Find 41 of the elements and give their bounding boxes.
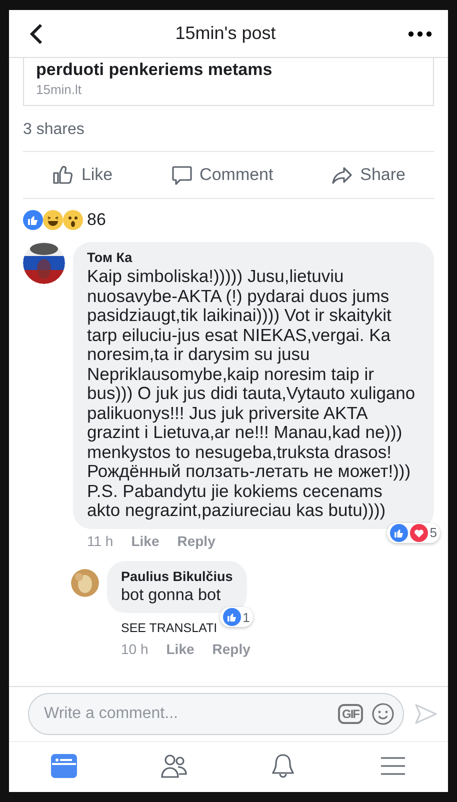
surprised-reaction-icon xyxy=(63,210,83,230)
comment-time: 11 h xyxy=(87,532,114,548)
reply-link[interactable]: Reply xyxy=(177,532,216,548)
avatar xyxy=(71,568,99,596)
comment-author[interactable]: Том Ка xyxy=(87,250,420,265)
comment-button[interactable]: Comment xyxy=(164,159,280,191)
avatar xyxy=(23,242,65,284)
see-translation-link[interactable]: SEE TRANSLATI xyxy=(121,621,218,635)
link-headline: perduoti penkeriems metams xyxy=(36,60,274,80)
comment-field[interactable]: Write a comment... GIF xyxy=(28,693,404,735)
thumbs-up-icon xyxy=(51,163,76,187)
reaction-badge[interactable]: 1 xyxy=(220,607,253,627)
smiley-icon[interactable] xyxy=(371,702,395,726)
back-icon[interactable] xyxy=(29,22,43,44)
reaction-count[interactable]: 86 xyxy=(87,210,106,230)
page-title: 15min's post xyxy=(175,23,276,44)
more-icon[interactable] xyxy=(408,30,432,36)
reaction-badge[interactable]: 5 xyxy=(386,522,440,542)
link-source: 15min.lt xyxy=(36,82,83,97)
shares-count[interactable]: 3 shares xyxy=(23,106,434,151)
bell-icon xyxy=(272,754,294,778)
speech-bubble-icon xyxy=(170,163,194,187)
comment-author[interactable]: Paulius Bikulčius xyxy=(121,568,233,584)
like-reaction-icon xyxy=(23,210,43,230)
like-reaction-icon xyxy=(222,608,241,626)
share-button[interactable]: Share xyxy=(324,159,412,191)
laughing-reaction-icon xyxy=(43,210,63,230)
love-reaction-icon xyxy=(410,524,428,542)
comment-text: Kaip simboliska!))))) Jusu,lietuviu nuosavybe-AKTA (!) pydarai duos jums pasidziaugt,tik laikinai)))) Vot ir skaitykit tarp eiluciu-jus esat NIEKAS,vergai. Ka noresim,ta ir darysim su jusu Nepriklausomybe,kaip noresim taip ir bus))) O juk jus didi tauta,Vytauto xuligano palikuonys!!! Jus juk priversite AKTA grazint i Lietuva,ar ne!!! Manau,kad ne))) menkystos to nesugeba,truksta drasos! Рождённый ползать-летать не может!))) P.S. Pabandytu jie kokiems cecenams akto negrazint,paziureciau kas butu)))) xyxy=(87,267,416,520)
gif-button[interactable]: GIF xyxy=(338,704,363,724)
friends-icon xyxy=(160,754,186,778)
comment-time: 10 h xyxy=(121,641,148,657)
like-button[interactable]: Like xyxy=(45,159,119,191)
like-link[interactable]: Like xyxy=(166,641,194,657)
link-card[interactable]: perduoti penkeriems metams 15min.lt xyxy=(23,58,434,106)
news-feed-icon xyxy=(50,754,77,778)
comment-text: bot gonna bot xyxy=(121,586,222,605)
reply-link[interactable]: Reply xyxy=(212,641,250,657)
like-link[interactable]: Like xyxy=(131,532,160,548)
like-reaction-icon xyxy=(390,524,408,542)
menu-icon xyxy=(380,756,406,774)
